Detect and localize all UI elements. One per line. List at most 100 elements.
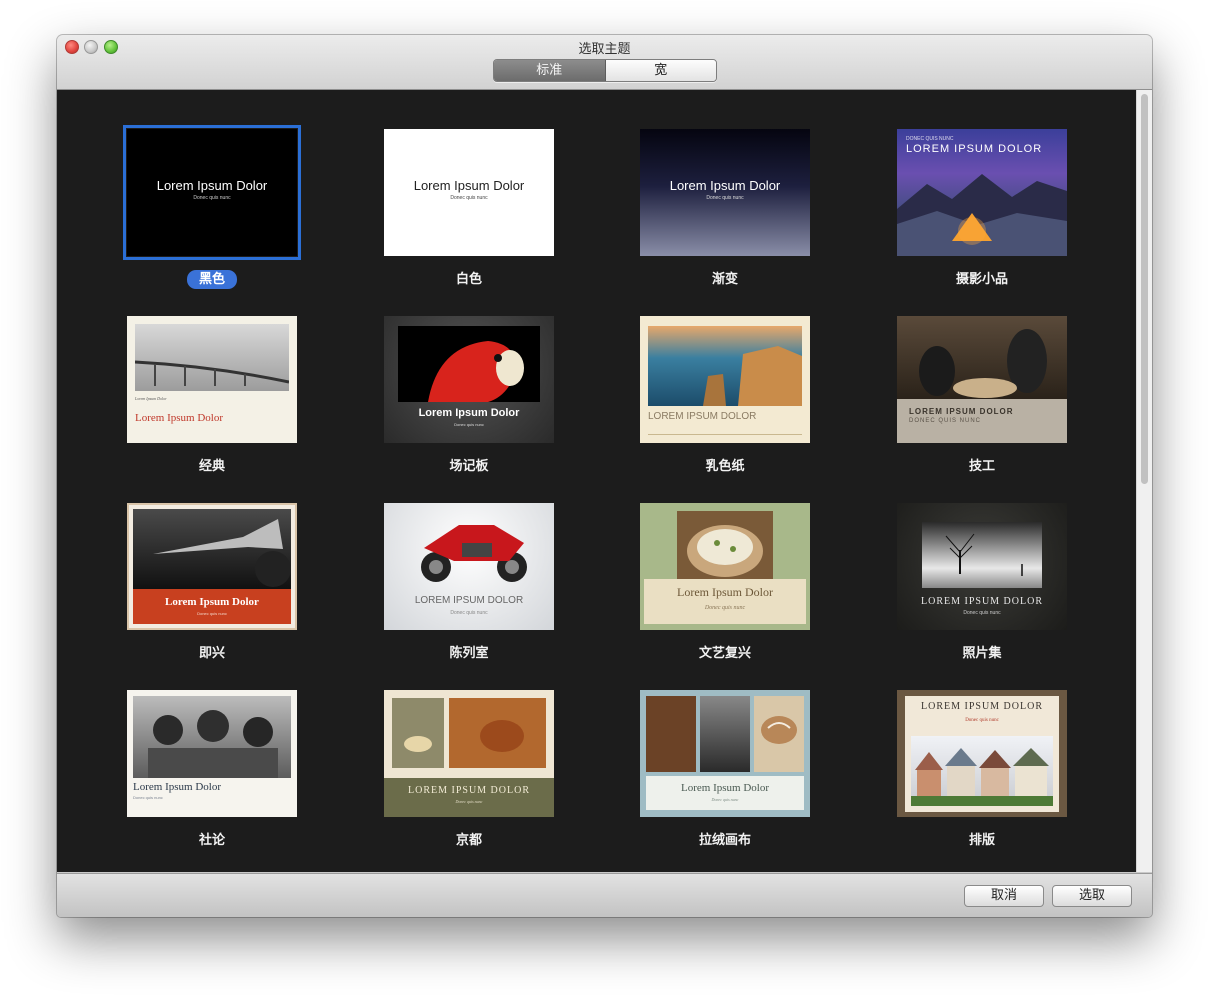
latte-image	[754, 696, 804, 772]
divider	[648, 434, 802, 435]
theme-label: 文艺复兴	[698, 646, 751, 661]
bottom-bar: 取消 选取	[57, 873, 1152, 917]
sample-title: LOREM IPSUM DOLOR	[648, 411, 757, 422]
theme-thumbnail: LOREM IPSUM DOLOR Donec quis nunc	[897, 503, 1067, 630]
sample-subtitle: Donec quis nunc	[704, 605, 746, 611]
sample-subtitle: Donec quis nunc	[454, 422, 484, 427]
theme-label: 照片集	[962, 646, 1002, 661]
theme-white[interactable]: Lorem Ipsum Dolor Donec quis nunc 白色	[369, 129, 569, 309]
sample-subtitle: Donec quis nunc	[197, 611, 227, 616]
theme-improv[interactable]: Lorem Ipsum Dolor Donec quis nunc 即兴	[112, 503, 312, 683]
theme-thumbnail: LOREM IPSUM DOLOR Donec quis nunc	[897, 690, 1067, 817]
theme-label: 摄影小品	[955, 272, 1008, 287]
sample-title: LOREM IPSUM DOLOR	[920, 596, 1043, 607]
paper-card: LOREM IPSUM DOLOR Donec quis nunc	[905, 696, 1059, 812]
coffee-beans-image	[646, 696, 696, 772]
theme-classic[interactable]: Lorem Ipsum Dolor Lorem Ipsum Dolor 经典	[112, 316, 312, 496]
theme-label: 经典	[198, 459, 225, 474]
tab-standard[interactable]: 标准	[494, 60, 606, 81]
theme-thumbnail: LOREM IPSUM DOLOR DONEC QUIS NUNC	[897, 316, 1067, 443]
theme-thumbnail: Lorem Ipsum Dolor Donec quis nunc	[384, 316, 554, 443]
theme-thumbnail: LOREM IPSUM DOLOR	[640, 316, 810, 443]
sample-title: Lorem Ipsum Dolor	[677, 585, 773, 599]
cancel-button[interactable]: 取消	[964, 885, 1044, 907]
theme-thumbnail: Lorem Ipsum Dolor Donec quis nunc	[640, 129, 810, 256]
theme-grid: Lorem Ipsum Dolor Donec quis nunc 黑色 Lor…	[57, 90, 1152, 872]
theme-label: 技工	[968, 459, 995, 474]
motorcycle-image	[421, 525, 527, 582]
theme-thumbnail: Lorem Ipsum Dolor Donec quis nunc	[123, 125, 301, 260]
window-title: 选取主题	[578, 42, 631, 57]
parchment-band: Lorem Ipsum Dolor Donec quis nunc	[644, 579, 806, 624]
sample-subtitle: DONEC QUIS NUNC	[906, 136, 954, 142]
theme-thumbnail: Lorem Ipsum Dolor Donec quis nunc	[127, 503, 297, 630]
title-band: Lorem Ipsum Dolor Donec quis nunc	[133, 589, 291, 624]
theme-black[interactable]: Lorem Ipsum Dolor Donec quis nunc 黑色	[112, 125, 312, 309]
theme-label: 排版	[968, 833, 995, 848]
sample-title: LOREM IPSUM DOLOR	[909, 407, 1014, 416]
sample-subtitle: Donec quis nunc	[706, 195, 744, 201]
title-bar: 选取主题 标准 宽	[57, 35, 1152, 90]
theme-cream-paper[interactable]: LOREM IPSUM DOLOR 乳色纸	[625, 316, 825, 496]
bridge-image	[135, 324, 289, 391]
theme-editorial[interactable]: Lorem Ipsum Dolor Donec quis nunc 社论	[112, 690, 312, 870]
theme-gradient[interactable]: Lorem Ipsum Dolor Donec quis nunc 渐变	[625, 129, 825, 309]
theme-showroom[interactable]: LOREM IPSUM DOLOR Donec quis nunc 陈列室	[369, 503, 569, 683]
theme-thumbnail: Lorem Ipsum Dolor Donec quis nunc	[384, 129, 554, 256]
sample-title: LOREM IPSUM DOLOR	[407, 785, 530, 796]
sample-title: Lorem Ipsum Dolor	[669, 178, 781, 193]
sample-subtitle: Donec quis nunc	[193, 195, 231, 201]
theme-slate[interactable]: Lorem Ipsum Dolor Donec quis nunc 场记板	[369, 316, 569, 496]
theme-photo-portfolio[interactable]: LOREM IPSUM DOLOR Donec quis nunc 照片集	[882, 503, 1082, 683]
tab-wide[interactable]: 宽	[605, 60, 716, 81]
sample-title: Lorem Ipsum Dolor	[165, 596, 259, 608]
theme-label: 即兴	[198, 646, 225, 661]
vertical-scrollbar[interactable]	[1136, 90, 1152, 872]
sample-subtitle: Lorem Ipsum Dolor	[135, 396, 167, 401]
theme-chooser-window: 选取主题 标准 宽 Lorem Ipsum Dolor Donec quis n…	[57, 35, 1152, 917]
title-band: Lorem Ipsum Dolor Donec quis nunc	[646, 776, 804, 810]
coast-image	[648, 326, 802, 406]
sample-subtitle: Donec quis nunc	[711, 797, 739, 802]
theme-brushed-canvas[interactable]: Lorem Ipsum Dolor Donec quis nunc 拉绒画布	[625, 690, 825, 870]
theme-label: 场记板	[449, 459, 489, 474]
pottery-image	[897, 316, 1067, 399]
sample-subtitle: Donec quis nunc	[133, 795, 163, 800]
theme-label: 拉绒画布	[698, 833, 751, 848]
theme-renaissance[interactable]: Lorem Ipsum Dolor Donec quis nunc 文艺复兴	[625, 503, 825, 683]
theme-label: 黑色	[112, 268, 312, 289]
sample-title: LOREM IPSUM DOLOR	[920, 701, 1043, 712]
theme-thumbnail: Lorem Ipsum Dolor Lorem Ipsum Dolor	[127, 316, 297, 443]
children-image	[133, 696, 291, 778]
theme-label: 白色	[455, 272, 482, 287]
sample-subtitle: Donec quis nunc	[455, 799, 483, 804]
scrollbar-thumb[interactable]	[1141, 94, 1148, 484]
food-image	[677, 511, 773, 581]
sample-title: LOREM IPSUM DOLOR	[414, 595, 524, 606]
sample-subtitle: DONEC QUIS NUNC	[909, 418, 982, 424]
theme-label: 陈列室	[449, 646, 489, 661]
tea-image	[384, 690, 554, 778]
theme-craft[interactable]: LOREM IPSUM DOLOR DONEC QUIS NUNC 技工	[882, 316, 1082, 496]
theme-label: 社论	[198, 833, 225, 848]
theme-kyoto[interactable]: LOREM IPSUM DOLOR Donec quis nunc 京都	[369, 690, 569, 870]
parrot-image	[398, 326, 540, 402]
theme-thumbnail: LOREM IPSUM DOLOR Donec quis nunc	[384, 690, 554, 817]
choose-button[interactable]: 选取	[1052, 885, 1132, 907]
sample-subtitle: Donec quis nunc	[450, 195, 488, 201]
theme-thumbnail: LOREM IPSUM DOLOR Donec quis nunc	[384, 503, 554, 630]
sample-title: Lorem Ipsum Dolor	[135, 412, 223, 424]
sample-title: Lorem Ipsum Dolor	[413, 178, 525, 193]
sample-title: Lorem Ipsum Dolor	[133, 781, 221, 793]
tree-image	[922, 522, 1042, 588]
houses-image	[911, 736, 1053, 806]
theme-photo-essay[interactable]: DONEC QUIS NUNC LOREM IPSUM DOLOR 摄影小品	[882, 129, 1082, 309]
espresso-image	[700, 696, 750, 772]
theme-thumbnail: Lorem Ipsum Dolor Donec quis nunc	[640, 690, 810, 817]
theme-typeset[interactable]: LOREM IPSUM DOLOR Donec quis nunc 排版	[882, 690, 1082, 870]
sample-subtitle: Donec quis nunc	[450, 610, 488, 616]
theme-thumbnail: Lorem Ipsum Dolor Donec quis nunc	[127, 690, 297, 817]
theme-label: 乳色纸	[705, 459, 745, 474]
sample-title: Lorem Ipsum Dolor	[418, 407, 520, 419]
theme-label: 渐变	[711, 272, 738, 287]
